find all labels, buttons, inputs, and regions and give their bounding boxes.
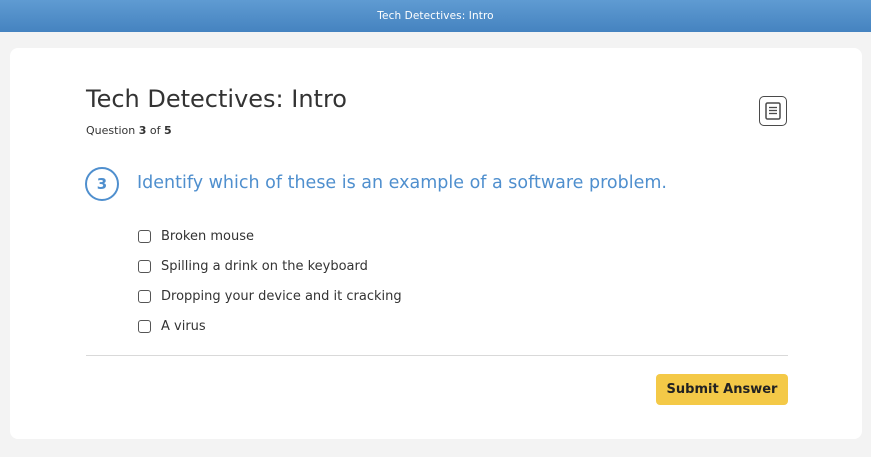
progress-total: 5 [163, 124, 172, 137]
answer-option[interactable]: Spilling a drink on the keyboard [138, 251, 402, 281]
answer-label: Dropping your device and it cracking [161, 288, 402, 304]
answer-checkbox[interactable] [138, 289, 151, 303]
answer-options: Broken mouse Spilling a drink on the key… [138, 221, 402, 341]
top-bar: Tech Detectives: Intro [0, 0, 871, 32]
answer-label: A virus [161, 318, 206, 334]
question-number-badge: 3 [85, 167, 119, 201]
answer-option[interactable]: A virus [138, 311, 402, 341]
notes-icon [765, 102, 781, 120]
answer-checkbox[interactable] [138, 319, 151, 333]
question-text: Identify which of these is an example of… [137, 173, 667, 193]
answer-option[interactable]: Dropping your device and it cracking [138, 281, 402, 311]
answer-checkbox[interactable] [138, 259, 151, 273]
answer-option[interactable]: Broken mouse [138, 221, 402, 251]
divider [86, 355, 788, 356]
page-title: Tech Detectives: Intro [86, 85, 347, 113]
submit-answer-button[interactable]: Submit Answer [656, 374, 788, 405]
progress-current: 3 [138, 124, 147, 137]
answer-label: Broken mouse [161, 228, 254, 244]
question-progress: Question 3 of 5 [86, 124, 172, 137]
answer-checkbox[interactable] [138, 229, 151, 243]
top-bar-title: Tech Detectives: Intro [377, 10, 494, 22]
answer-label: Spilling a drink on the keyboard [161, 258, 368, 274]
progress-prefix: Question [86, 124, 136, 137]
quiz-card: Tech Detectives: Intro Question 3 of 5 3… [10, 48, 862, 439]
progress-separator: of [149, 124, 161, 137]
notes-button[interactable] [759, 96, 787, 126]
